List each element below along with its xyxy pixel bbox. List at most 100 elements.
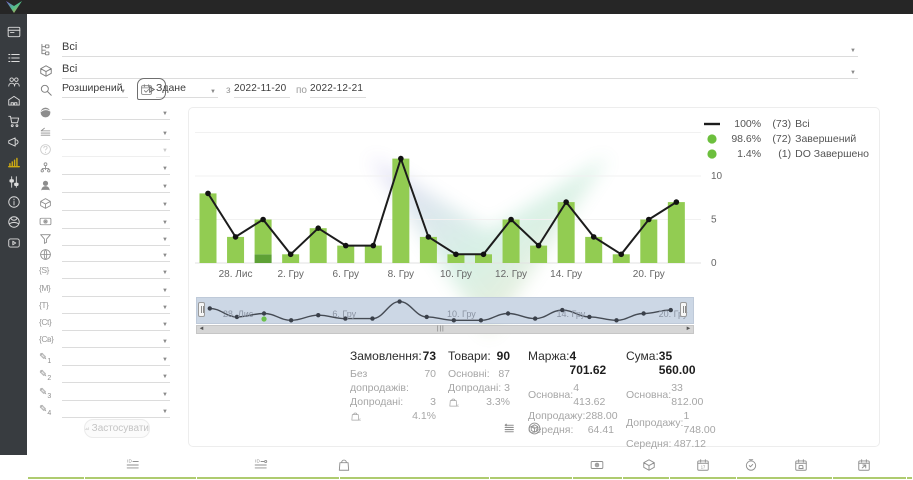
- filter-cube-icon: [39, 197, 54, 212]
- brush-left-handle[interactable]: [198, 302, 205, 317]
- svg-text:5: 5: [711, 215, 717, 226]
- stat-value: 35 560.00: [659, 349, 706, 377]
- filter-select-15[interactable]: ▼: [62, 349, 170, 366]
- apply-filters-button[interactable]: Застосувати: [84, 419, 150, 438]
- chevron-down-icon: ▼: [120, 85, 126, 100]
- filter-select-8[interactable]: ▼: [62, 229, 170, 246]
- money-icon[interactable]: [590, 458, 604, 472]
- scroll-right-icon[interactable]: ►: [684, 326, 693, 333]
- stat-sub-value: 487.12: [674, 437, 706, 451]
- chevron-down-icon: ▼: [162, 162, 168, 177]
- filter-sort-layers-icon: [39, 126, 54, 141]
- sidebar-item-dashboard[interactable]: [7, 25, 21, 39]
- filter-select-7[interactable]: ▼: [62, 212, 170, 229]
- sidebar-item-integrations[interactable]: [7, 215, 21, 229]
- filter-select-1[interactable]: ▼: [62, 103, 170, 120]
- filter-select-5[interactable]: ▼: [62, 176, 170, 193]
- date-to-input[interactable]: 2022-12-21: [310, 81, 366, 98]
- legend-item-do-завершено[interactable]: 1.4%(1)DO Завершено: [703, 146, 869, 161]
- cube-icon[interactable]: [642, 458, 656, 472]
- video-help-button[interactable]: [137, 78, 166, 100]
- sidebar-item-marketing[interactable]: [7, 135, 21, 149]
- sidebar-item-analytics-active[interactable]: [7, 155, 21, 169]
- stat-value: 4 701.62: [570, 349, 614, 377]
- stat-sub-label: Допродажу:: [528, 409, 585, 423]
- id-ref-icon[interactable]: ID: [254, 458, 268, 472]
- chevron-down-icon: ▼: [162, 180, 168, 195]
- stats-column-4: Сума:35 560.00Основна:33 812.00Допродажу…: [626, 349, 706, 451]
- bag-x-icon: x: [350, 411, 361, 422]
- stat-title: Маржа:: [528, 349, 570, 377]
- legend-swatch: [703, 149, 721, 159]
- svg-text:2. Гру: 2. Гру: [277, 269, 303, 280]
- bag-icon[interactable]: [337, 458, 351, 472]
- sidebar-item-automation-sliders[interactable]: [7, 175, 21, 189]
- calendar-date-icon[interactable]: 17: [696, 458, 710, 472]
- svg-text:14. Гру: 14. Гру: [550, 269, 582, 280]
- legend-item-всі[interactable]: 100%(73)Всі: [703, 116, 869, 131]
- group-filter-value: Всі: [62, 41, 77, 53]
- brush-axis-label: 10. Гру: [447, 309, 476, 319]
- sidebar-item-cart[interactable]: [7, 114, 21, 128]
- product-filter-select[interactable]: Всі ▼: [62, 62, 858, 79]
- filter-select-18[interactable]: ▼: [62, 401, 170, 418]
- chevron-down-icon: ▼: [162, 405, 168, 420]
- stat-title: Сума:: [626, 349, 659, 377]
- filter-select-17[interactable]: ▼: [62, 384, 170, 401]
- search-mode-value: Розширений: [62, 82, 123, 94]
- filter-s-icon: {S}: [39, 265, 54, 280]
- sidebar-item-warehouse[interactable]: [7, 94, 21, 108]
- stat-sub-value: 64.41: [588, 423, 614, 437]
- stat-sub-value: 87: [498, 367, 510, 381]
- stat-sub-value: 4.1%: [412, 409, 436, 423]
- sidebar-nav: [0, 14, 27, 480]
- svg-text:x: x: [457, 403, 459, 408]
- sidebar-item-customers[interactable]: [7, 75, 21, 89]
- product-filter-value: Всі: [62, 63, 77, 75]
- table-header-cell-2: [85, 455, 196, 479]
- group-tree-icon: [39, 42, 54, 57]
- sidebar-item-order-list[interactable]: [7, 51, 21, 65]
- filter-select-12[interactable]: ▼: [62, 297, 170, 314]
- calendar-export-icon[interactable]: [857, 458, 871, 472]
- svg-text:ID: ID: [127, 459, 132, 464]
- summary-stats: Замовлення:73Без допродажів:70Допродані:…: [350, 349, 706, 451]
- filter-select-11[interactable]: ▼: [62, 280, 170, 297]
- filter-select-13[interactable]: ▼: [62, 314, 170, 331]
- filter-web-icon: [39, 248, 54, 263]
- sidebar-item-video-lessons[interactable]: [7, 236, 21, 250]
- filter-select-9[interactable]: ▼: [62, 245, 170, 262]
- sidebar-item-info[interactable]: [7, 195, 21, 209]
- date-from-input[interactable]: 2022-11-20: [234, 81, 290, 98]
- stat-sub-value: 3.3%: [486, 395, 510, 409]
- chart-scrollbar[interactable]: ◄ ||| ►: [196, 325, 694, 334]
- app-logo-icon[interactable]: [4, 0, 24, 15]
- filter-money-eye-icon: [39, 215, 54, 230]
- calendar-bag-icon[interactable]: [794, 458, 808, 472]
- group-filter-select[interactable]: Всі ▼: [62, 40, 858, 57]
- filter-select-2[interactable]: ▼: [62, 123, 170, 140]
- filter-select-6[interactable]: ▼: [62, 194, 170, 211]
- filter-select-4[interactable]: ▼: [62, 158, 170, 175]
- legend-item-завершений[interactable]: 98.6%(72)Завершений: [703, 131, 869, 146]
- stopwatch-icon[interactable]: [744, 458, 758, 472]
- brush-right-handle[interactable]: [680, 302, 687, 317]
- filter-select-14[interactable]: ▼: [62, 331, 170, 348]
- stat-sub-value: 3: [504, 381, 510, 395]
- stat-sub-label: Без допродажів:: [350, 367, 424, 395]
- filter-planet-icon: [39, 106, 54, 121]
- scroll-left-icon[interactable]: ◄: [197, 326, 206, 333]
- filter-m-icon: {M}: [39, 283, 54, 298]
- cube-circle-toggle[interactable]: [528, 422, 541, 435]
- legend-percent: 98.6%: [725, 133, 761, 145]
- filter-select-10[interactable]: ▼: [62, 262, 170, 279]
- list-settings-toggle[interactable]: [503, 422, 516, 435]
- filter-select-16[interactable]: ▼: [62, 366, 170, 383]
- search-mode-select[interactable]: Розширений ▼: [62, 81, 128, 98]
- chart-range-brush[interactable]: 28. Лис6. Гру10. Гру14. Гру20. Гру: [196, 297, 694, 324]
- id-list-icon[interactable]: ID: [126, 458, 140, 472]
- stat-sub-label: Допродажу:: [626, 409, 683, 437]
- date-to-label: по: [296, 85, 307, 96]
- filter-select-3[interactable]: ▼: [62, 140, 170, 157]
- scroll-grip[interactable]: |||: [437, 326, 445, 333]
